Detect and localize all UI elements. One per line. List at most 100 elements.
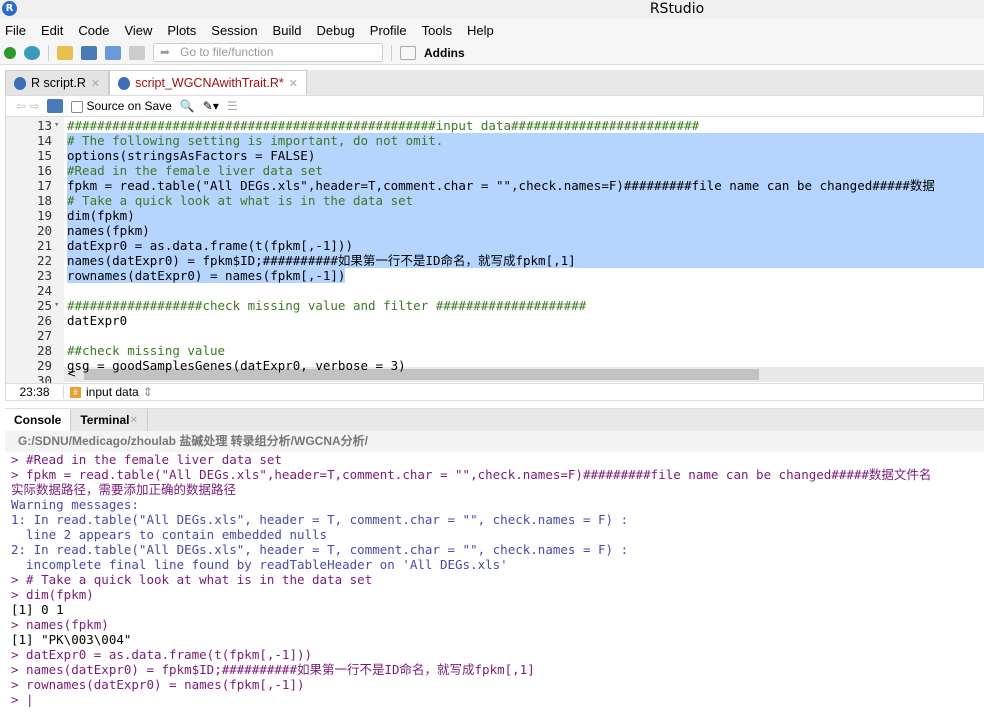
line-number: 19 [36, 208, 52, 223]
fold-icon[interactable]: ▾ [54, 118, 59, 133]
console-line: incomplete final line found by readTable… [11, 557, 508, 572]
console-line: > # Take a quick look at what is in the … [11, 572, 373, 587]
code-text: datExpr0 = as.data.frame(t(fpkm[,-1])) [67, 238, 353, 253]
main-toolbar: Go to file/function Addins [0, 41, 984, 65]
code-tools-icon[interactable]: ✎▾ [203, 99, 219, 113]
line-number: 29 [36, 358, 52, 373]
menu-session[interactable]: Session [211, 23, 257, 38]
close-icon[interactable]: ✕ [289, 77, 298, 90]
save-all-icon[interactable] [105, 45, 121, 60]
code-line: 22 names(datExpr0) = fpkm$ID;##########如果… [6, 253, 984, 268]
section-selector[interactable]: input data [86, 385, 139, 399]
tab-label: Console [14, 413, 62, 427]
line-number: 25 [36, 298, 52, 313]
search-icon[interactable]: 🔍 [180, 99, 195, 113]
editor-toolbar: ⇦ ⇨ Source on Save 🔍 ✎▾ ☰ [5, 95, 984, 117]
line-number: 14 [36, 133, 52, 148]
console-line: > fpkm = read.table("All DEGs.xls",heade… [11, 467, 932, 482]
code-line: 19 dim(fpkm) [6, 208, 984, 223]
editor-tab[interactable]: R script.R ✕ [5, 70, 110, 95]
new-file-icon[interactable] [4, 46, 16, 59]
code-line: 15 options(stringsAsFactors = FALSE) [6, 148, 984, 163]
line-number: 28 [36, 343, 52, 358]
line-number: 20 [36, 223, 52, 238]
code-line: 23 rownames(datExpr0) = names(fpkm[,-1]) [6, 268, 984, 283]
console-line: > names(fpkm) [11, 617, 109, 632]
outline-icon[interactable]: ☰ [227, 99, 238, 113]
console-line: 1: In read.table("All DEGs.xls", header … [11, 512, 629, 527]
code-line: 28 ##check missing value [6, 343, 984, 358]
menu-file[interactable]: File [5, 23, 26, 38]
code-text: ##################check missing value an… [67, 298, 587, 313]
code-line: 17 fpkm = read.table("All DEGs.xls",heade… [6, 178, 984, 193]
menu-edit[interactable]: Edit [41, 23, 63, 38]
tab-label: R script.R [31, 76, 86, 90]
save-icon[interactable] [47, 99, 64, 113]
code-line: 26 datExpr0 [6, 313, 984, 328]
console-line: 实际数据路径，需要添加正确的数据路径 [11, 482, 237, 497]
code-line: 13 ▾ #####################################… [6, 118, 984, 133]
console-line: > names(datExpr0) = fpkm$ID;##########如果… [11, 662, 535, 677]
code-line: 18 # Take a quick look at what is in the … [6, 193, 984, 208]
code-text: #Read in the female liver data set [67, 163, 323, 178]
save-icon[interactable] [81, 45, 97, 60]
code-line: 30 [6, 373, 984, 383]
code-text: dim(fpkm) [67, 208, 135, 223]
line-number: 27 [36, 328, 52, 343]
menu-plots[interactable]: Plots [167, 23, 196, 38]
console-line: line 2 appears to contain embedded nulls [11, 527, 328, 542]
section-icon: # [70, 386, 81, 398]
line-number: 16 [36, 163, 52, 178]
line-number: 17 [36, 178, 52, 193]
console-line: > dim(fpkm) [11, 587, 94, 602]
pane-layout-icon[interactable] [400, 45, 416, 60]
tab-label: script_WGCNAwithTrait.R* [135, 76, 284, 90]
tab-terminal[interactable]: Terminal ✕ [71, 409, 148, 431]
tab-console[interactable]: Console [5, 409, 72, 431]
code-line: 25 ▾ ##################check missing value… [6, 298, 984, 313]
code-text: ########################################… [67, 118, 700, 133]
open-folder-icon[interactable] [57, 45, 73, 60]
editor-tab[interactable]: script_WGCNAwithTrait.R* ✕ [109, 70, 307, 95]
go-to-file-input[interactable]: Go to file/function [153, 43, 383, 62]
line-number: 30 [36, 373, 52, 383]
console-line: > | [11, 692, 34, 707]
console-line: [1] "PK\003\004" [11, 632, 132, 647]
close-icon[interactable]: ✕ [91, 77, 100, 90]
line-number: 15 [36, 148, 52, 163]
close-icon[interactable]: ✕ [129, 415, 137, 426]
code-text: gsg = goodSamplesGenes(datExpr0, verbose… [67, 358, 406, 373]
source-on-save-checkbox[interactable]: Source on Save [71, 99, 172, 113]
menu-debug[interactable]: Debug [316, 23, 354, 38]
menu-profile[interactable]: Profile [370, 23, 407, 38]
menu-build[interactable]: Build [273, 23, 302, 38]
addins-menu[interactable]: Addins [424, 46, 465, 60]
line-number: 22 [36, 253, 52, 268]
code-line: 24 [6, 283, 984, 298]
console-line: Warning messages: [11, 497, 139, 512]
new-project-icon[interactable] [24, 45, 40, 60]
console-line: > #Read in the female liver data set [11, 452, 282, 467]
r-file-icon [118, 76, 131, 90]
code-line: 20 names(fpkm) [6, 223, 984, 238]
menu-view[interactable]: View [124, 23, 152, 38]
divider [48, 44, 49, 61]
menu-code[interactable]: Code [78, 23, 109, 38]
menu-help[interactable]: Help [467, 23, 494, 38]
menu-tools[interactable]: Tools [422, 23, 452, 38]
fold-icon[interactable]: ▾ [54, 298, 59, 313]
console-tabs: Console Terminal ✕ [5, 408, 984, 431]
code-text: names(datExpr0) = fpkm$ID;##########如果第一… [67, 253, 576, 268]
console-output[interactable]: > #Read in the female liver data set > fp… [5, 452, 984, 718]
window-title: RStudio [649, 1, 705, 17]
line-number: 24 [36, 283, 52, 298]
line-number: 23 [36, 268, 52, 283]
back-icon[interactable]: ⇦ ⇨ [16, 99, 39, 113]
code-editor[interactable]: < 13 ▾ ###################################… [5, 117, 984, 383]
print-icon[interactable] [129, 45, 145, 60]
console-line: [1] 0 1 [11, 602, 64, 617]
console-line: 2: In read.table("All DEGs.xls", header … [11, 542, 629, 557]
code-text: options(stringsAsFactors = FALSE) [67, 148, 316, 163]
title-bar: R RStudio [0, 0, 984, 19]
console-line: > rownames(datExpr0) = names(fpkm[,-1]) [11, 677, 305, 692]
